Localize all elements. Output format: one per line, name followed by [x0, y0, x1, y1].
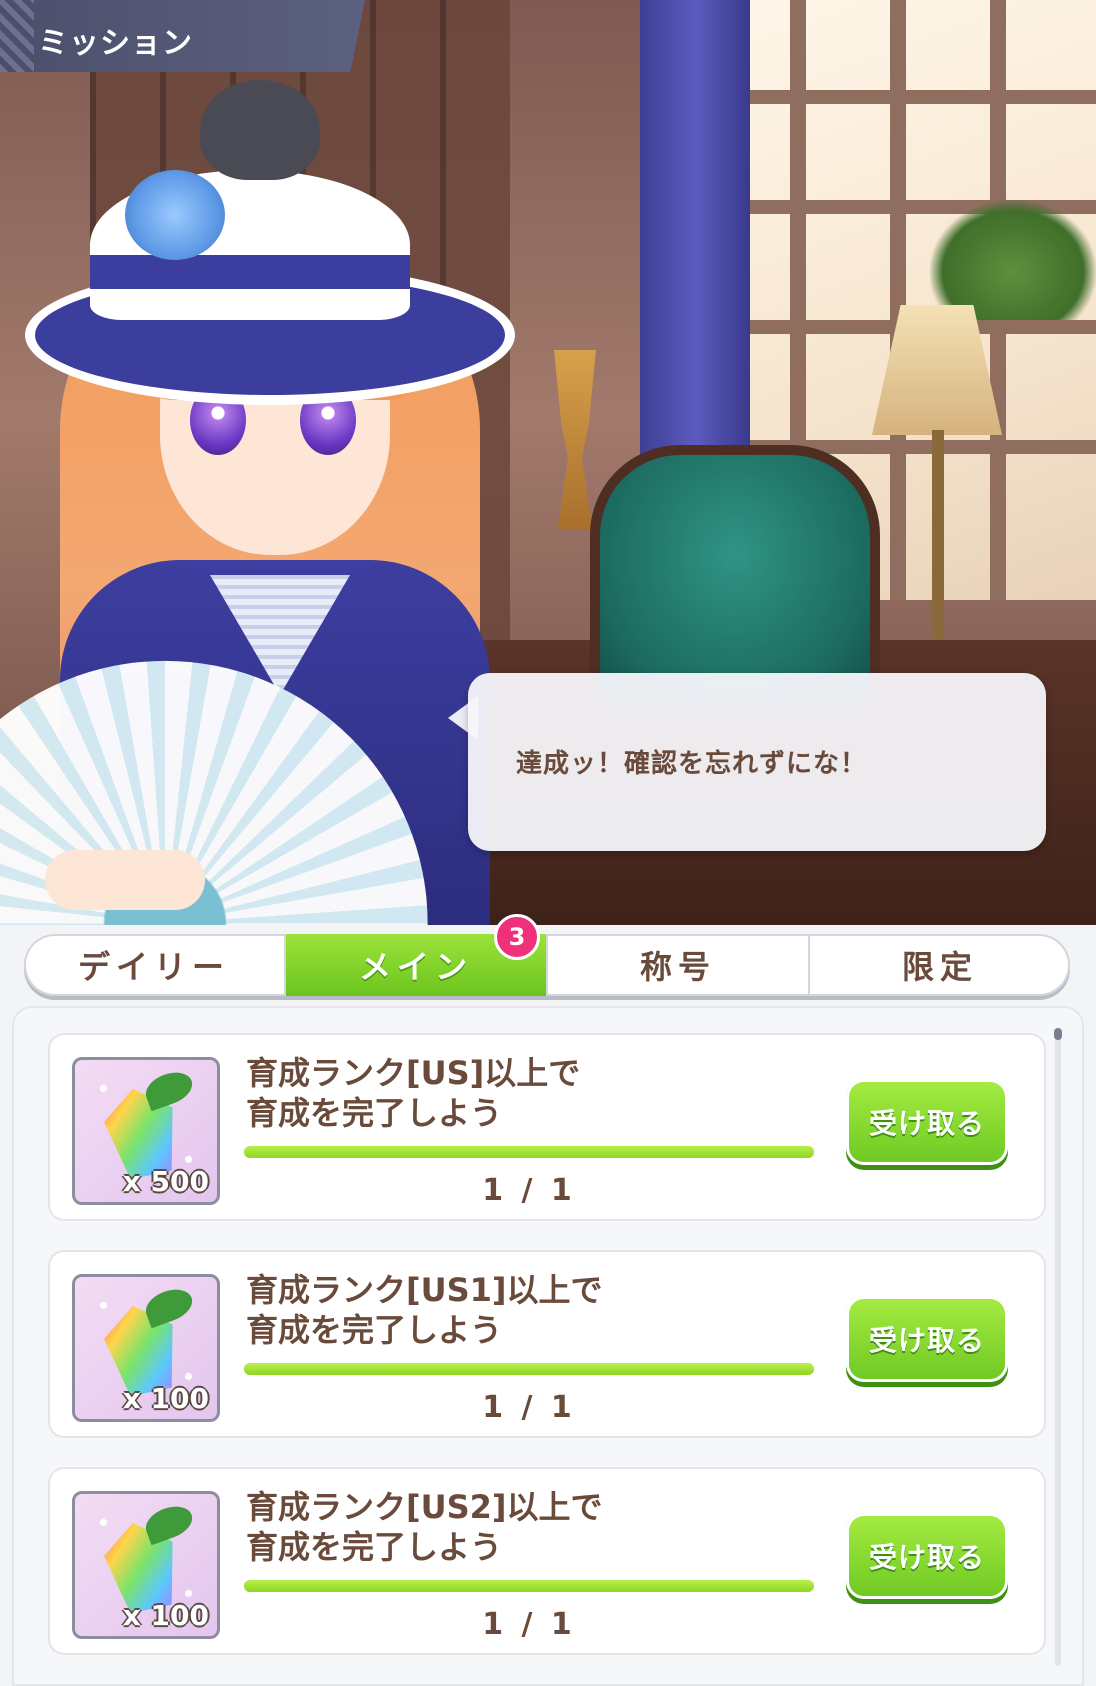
dialogue-text: 達成ッ！確認を忘れずにな！ [516, 749, 868, 779]
progress-bar [244, 1146, 814, 1158]
notification-badge: 3 [494, 914, 540, 960]
claim-button[interactable]: 受け取る [846, 1296, 1008, 1382]
claim-button[interactable]: 受け取る [846, 1079, 1008, 1165]
reward-quantity: x 100 [122, 1382, 209, 1415]
mission-item: x 500 育成ランク[US]以上で 育成を完了しよう 1 / 1 受け取る [48, 1033, 1046, 1221]
progress-count: 1 / 1 [482, 1173, 576, 1208]
progress-bar [244, 1580, 814, 1592]
scrollbar-thumb[interactable] [1054, 1028, 1062, 1040]
plant [930, 200, 1096, 320]
rose-icon [125, 170, 225, 260]
speech-bubble[interactable]: 達成ッ！確認を忘れずにな！ [468, 673, 1046, 851]
reward-item[interactable]: x 500 [72, 1057, 220, 1205]
progress-bar [244, 1363, 814, 1375]
mission-title: 育成ランク[US]以上で 育成を完了しよう [246, 1054, 581, 1132]
mission-tabs: デイリー メイン 3 称号 限定 [24, 914, 1070, 996]
scrollbar[interactable] [1055, 1030, 1061, 1666]
reward-item[interactable]: x 100 [72, 1491, 220, 1639]
screen-title: ミッション [38, 26, 193, 61]
progress-count: 1 / 1 [482, 1390, 576, 1425]
tab-main[interactable]: メイン 3 [286, 914, 548, 996]
progress-count: 1 / 1 [482, 1607, 576, 1642]
cat [200, 80, 320, 180]
mission-item: x 100 育成ランク[US2]以上で 育成を完了しよう 1 / 1 受け取る [48, 1467, 1046, 1655]
tab-titles[interactable]: 称号 [548, 934, 810, 996]
tab-limited[interactable]: 限定 [810, 934, 1070, 996]
claim-button[interactable]: 受け取る [846, 1513, 1008, 1599]
mission-title: 育成ランク[US2]以上で 育成を完了しよう [246, 1488, 603, 1566]
tab-daily[interactable]: デイリー [24, 934, 286, 996]
mission-title: 育成ランク[US1]以上で 育成を完了しよう [246, 1271, 603, 1349]
screen-header: ミッション [0, 0, 365, 72]
reward-item[interactable]: x 100 [72, 1274, 220, 1422]
reward-quantity: x 500 [122, 1165, 209, 1198]
mission-item: x 100 育成ランク[US1]以上で 育成を完了しよう 1 / 1 受け取る [48, 1250, 1046, 1438]
reward-quantity: x 100 [122, 1599, 209, 1632]
